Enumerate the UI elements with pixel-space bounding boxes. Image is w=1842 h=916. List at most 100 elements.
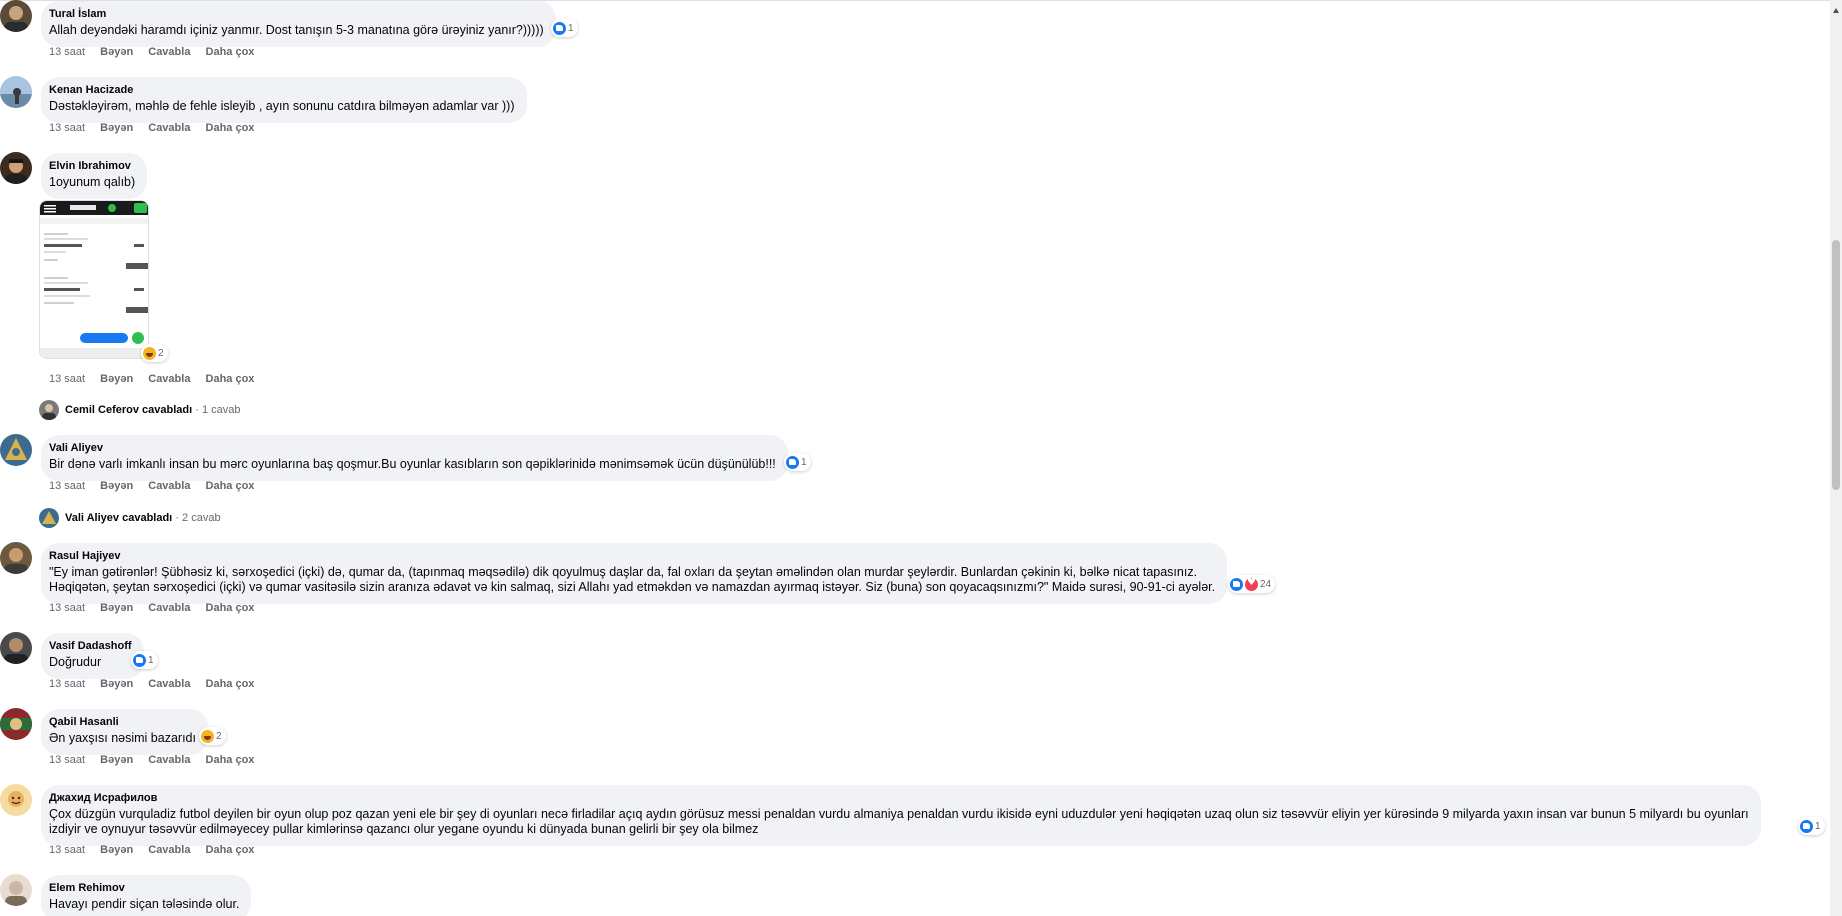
like-icon xyxy=(1800,819,1813,833)
avatar[interactable] xyxy=(0,874,32,906)
comment-time[interactable]: 13 saat xyxy=(49,678,85,690)
comment-bubble: Vasif Dadashoff Doğrudur xyxy=(41,633,144,679)
reply-summary[interactable]: Cemil Ceferov cavabladı · 1 cavab xyxy=(65,403,241,417)
comments-feed: Tural İslam Allah deyəndəki haramdı için… xyxy=(0,0,1842,916)
reply-author[interactable]: Cemil Ceferov xyxy=(65,404,139,416)
like-link[interactable]: Bəyən xyxy=(100,602,133,614)
comment-text: Havayı pendir siçan tələsində olur. xyxy=(49,897,240,911)
haha-icon xyxy=(143,346,156,360)
comment-text: 1oyunum qalıb) xyxy=(49,175,136,189)
avatar[interactable] xyxy=(0,0,32,32)
more-link[interactable]: Daha çox xyxy=(206,46,255,58)
scrollbar-thumb[interactable] xyxy=(1832,240,1840,490)
comment-author[interactable]: Tural İslam xyxy=(49,7,544,21)
comment-image-attachment[interactable] xyxy=(39,200,149,359)
reply-link[interactable]: Cavabla xyxy=(148,373,190,385)
reply-summary[interactable]: Vali Aliyev cavabladı · 2 cavab xyxy=(65,511,221,525)
reply-count-prefix: · xyxy=(175,512,179,524)
comment-text: Dəstəkləyirəm, məhlə de fehle isleyib , … xyxy=(49,99,515,113)
comment-time[interactable]: 13 saat xyxy=(49,122,85,134)
comment-text: Doğrudur xyxy=(49,655,102,669)
reaction-count: 2 xyxy=(158,347,164,359)
reply-link[interactable]: Cavabla xyxy=(148,480,190,492)
comment-actions: 13 saat Bəyən Cavabla Daha çox xyxy=(49,677,266,691)
comment-time[interactable]: 13 saat xyxy=(49,373,85,385)
comment-time[interactable]: 13 saat xyxy=(49,602,85,614)
comment-author[interactable]: Elem Rehimov xyxy=(49,881,239,895)
more-link[interactable]: Daha çox xyxy=(206,480,255,492)
like-link[interactable]: Bəyən xyxy=(100,373,133,385)
avatar[interactable] xyxy=(0,434,32,466)
more-link[interactable]: Daha çox xyxy=(206,122,255,134)
more-link[interactable]: Daha çox xyxy=(206,602,255,614)
more-link[interactable]: Daha çox xyxy=(206,678,255,690)
reply-avatar[interactable] xyxy=(39,400,59,420)
comment-text: Bir dənə varlı imkanlı insan bu mərc oyu… xyxy=(49,457,776,471)
comment-time[interactable]: 13 saat xyxy=(49,480,85,492)
avatar[interactable] xyxy=(0,76,32,108)
avatar[interactable] xyxy=(0,784,32,816)
avatar[interactable] xyxy=(0,152,32,184)
reaction-badge[interactable]: 1 xyxy=(784,453,811,471)
reply-author[interactable]: Vali Aliyev xyxy=(65,512,119,524)
scroll-up-arrow-icon[interactable] xyxy=(1832,2,1840,13)
like-link[interactable]: Bəyən xyxy=(100,480,133,492)
comment-actions: 13 saat Bəyən Cavabla Daha çox xyxy=(49,843,266,857)
reaction-badge[interactable]: 2 xyxy=(141,344,168,362)
comment-bubble: Vali Aliyev Bir dənə varlı imkanlı insan… xyxy=(41,435,788,481)
comment-author[interactable]: Vali Aliyev xyxy=(49,441,776,455)
comment-time[interactable]: 13 saat xyxy=(49,844,85,856)
reply-link[interactable]: Cavabla xyxy=(148,46,190,58)
comment-author[interactable]: Vasif Dadashoff xyxy=(49,639,132,653)
like-link[interactable]: Bəyən xyxy=(100,46,133,58)
more-link[interactable]: Daha çox xyxy=(206,844,255,856)
reaction-count: 24 xyxy=(1260,578,1272,590)
reaction-badge[interactable]: 1 xyxy=(551,19,578,37)
comment-actions: 13 saat Bəyən Cavabla Daha çox xyxy=(49,45,266,59)
reply-link[interactable]: Cavabla xyxy=(148,602,190,614)
avatar[interactable] xyxy=(0,632,32,664)
comment-author[interactable]: Kenan Hacizade xyxy=(49,83,515,97)
reply-link[interactable]: Cavabla xyxy=(148,122,190,134)
comment-actions: 13 saat Bəyən Cavabla Daha çox xyxy=(49,753,266,767)
comment-bubble: Elem Rehimov Havayı pendir siçan tələsin… xyxy=(41,875,252,916)
comment-author[interactable]: Rasul Hajiyev xyxy=(49,549,1215,563)
comment-time[interactable]: 13 saat xyxy=(49,754,85,766)
haha-icon xyxy=(201,729,214,743)
reply-link[interactable]: Cavabla xyxy=(148,678,190,690)
like-link[interactable]: Bəyən xyxy=(100,844,133,856)
reply-verb: cavabladı xyxy=(142,404,193,416)
avatar[interactable] xyxy=(0,708,32,740)
reaction-count: 2 xyxy=(216,730,222,742)
love-icon xyxy=(1245,577,1258,591)
comment-author[interactable]: Qabil Hasanli xyxy=(49,715,196,729)
avatar[interactable] xyxy=(0,542,32,574)
reply-verb: cavabladı xyxy=(122,512,173,524)
more-link[interactable]: Daha çox xyxy=(206,373,255,385)
comment-author[interactable]: Elvin Ibrahimov xyxy=(49,159,135,173)
comment-text: Çox düzgün vurquladiz futbol deyilen bir… xyxy=(49,807,1749,836)
like-icon xyxy=(1230,577,1243,591)
comment-actions: 13 saat Bəyən Cavabla Daha çox xyxy=(49,372,266,386)
reply-avatar[interactable] xyxy=(39,508,59,528)
reaction-count: 1 xyxy=(148,654,154,666)
reaction-count: 1 xyxy=(801,456,807,468)
comment-time[interactable]: 13 saat xyxy=(49,46,85,58)
comment-author[interactable]: Джахид Исрафилов xyxy=(49,791,1749,805)
comment-actions: 13 saat Bəyən Cavabla Daha çox xyxy=(49,121,266,135)
reply-link[interactable]: Cavabla xyxy=(148,844,190,856)
reply-link[interactable]: Cavabla xyxy=(148,754,190,766)
comment-actions: 13 saat Bəyən Cavabla Daha çox xyxy=(49,479,266,493)
more-link[interactable]: Daha çox xyxy=(206,754,255,766)
like-link[interactable]: Bəyən xyxy=(100,678,133,690)
vertical-scrollbar[interactable] xyxy=(1830,0,1842,916)
reaction-badge[interactable]: 1 xyxy=(131,651,158,669)
comment-bubble: Rasul Hajiyev "Ey iman gətirənlər! Şübhə… xyxy=(41,543,1228,604)
like-link[interactable]: Bəyən xyxy=(100,754,133,766)
like-link[interactable]: Bəyən xyxy=(100,122,133,134)
reaction-badge[interactable]: 24 xyxy=(1228,575,1276,593)
comment-bubble: Qabil Hasanli Ən yaxşısı nəsimi bazarıdı xyxy=(41,709,208,755)
reaction-badge[interactable]: 1 xyxy=(1798,817,1825,835)
reaction-badge[interactable]: 2 xyxy=(199,727,226,745)
comment-text: Ən yaxşısı nəsimi bazarıdı xyxy=(49,731,196,745)
